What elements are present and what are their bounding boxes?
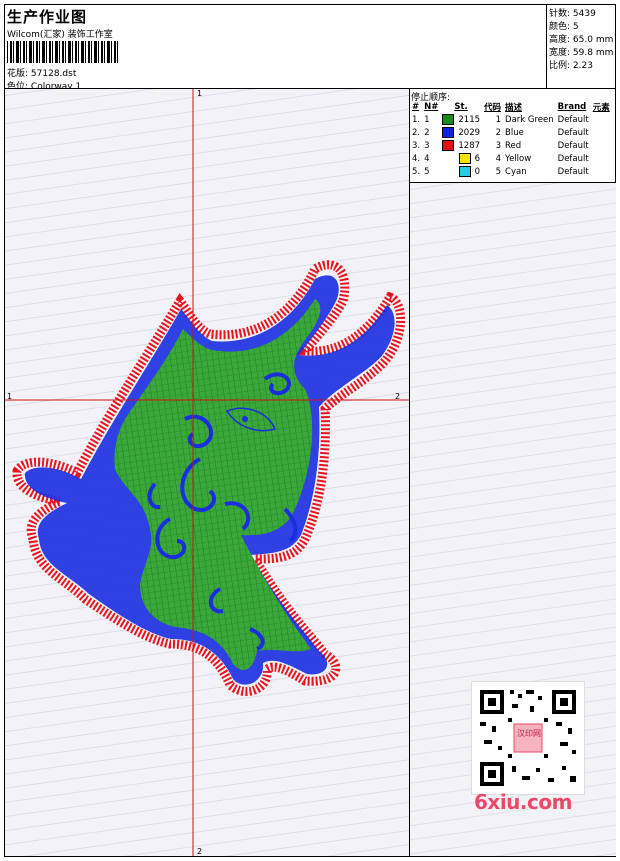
row-element	[591, 152, 612, 165]
header: 生产作业图 Wilcom(汇家) 装饰工作室 花版: 57128.dst 色位:…	[5, 5, 545, 92]
row-stitches: 2115	[440, 113, 482, 126]
row-description: Dark Green	[505, 114, 554, 125]
row-number: 5	[424, 166, 430, 177]
row-description: Yellow	[505, 153, 532, 164]
col-index: #	[412, 102, 420, 112]
col-element: 元素	[592, 103, 610, 113]
design-file-row: 花版: 57128.dst	[7, 66, 76, 79]
row-description: Cyan	[505, 166, 527, 177]
width-stat: 宽度: 59.8 mm	[549, 48, 614, 58]
color-swatch	[458, 166, 471, 177]
col-brand: Brand	[557, 102, 587, 112]
row-element	[591, 165, 612, 178]
scale-stat: 比例: 2.23	[549, 61, 593, 71]
row-stitches: 2029	[440, 126, 482, 139]
stitch-count: 2115	[458, 115, 481, 125]
table-header: # N# St. 代码 描述 Brand 元素	[410, 101, 612, 113]
stitch-count: 0	[474, 167, 481, 177]
col-code: 代码	[484, 103, 502, 113]
stats-panel: 针数: 5439 颜色: 5 高度: 65.0 mm 宽度: 59.8 mm 比…	[546, 4, 616, 88]
row-brand: Default	[557, 140, 589, 151]
col-stitches: St.	[454, 102, 468, 112]
eye-dot	[242, 416, 248, 422]
row-number: 2	[424, 127, 430, 138]
table-row: 4. 4 6 4 Yellow Default	[410, 152, 612, 165]
row-description: Red	[505, 140, 522, 151]
studio-name: Wilcom(汇家) 装饰工作室	[7, 30, 113, 40]
color-swatch	[442, 114, 455, 125]
axis-left-label: 1	[7, 392, 13, 401]
table-row: 5. 5 0 5 Cyan Default	[410, 165, 612, 178]
row-index: 3.	[412, 140, 421, 151]
stitch-count: 6	[474, 154, 481, 164]
table-row: 2. 2 2029 2 Blue Default	[410, 126, 612, 139]
design-file-label: 花版:	[7, 69, 29, 79]
table-row: 3. 3 1287 3 Red Default	[410, 139, 612, 152]
row-code: 5	[495, 166, 502, 177]
row-description: Blue	[505, 127, 524, 138]
row-stitches: 0	[440, 165, 482, 178]
qr-logo-text: 汉印网	[517, 729, 541, 738]
row-brand: Default	[557, 127, 589, 138]
height-stat: 高度: 65.0 mm	[549, 35, 614, 45]
row-code: 2	[495, 127, 502, 138]
qr-code: 汉印网	[471, 681, 585, 795]
row-code: 4	[495, 153, 502, 164]
row-code: 1	[495, 114, 502, 125]
color-swatch	[458, 153, 471, 164]
row-number: 4	[424, 153, 430, 164]
row-number: 3	[424, 140, 430, 151]
row-brand: Default	[557, 166, 589, 177]
row-brand: Default	[557, 153, 589, 164]
row-number: 1	[424, 114, 430, 125]
stitches-stat: 针数: 5439	[549, 9, 596, 19]
row-stitches: 6	[440, 152, 482, 165]
barcode	[7, 41, 119, 63]
color-swatch	[442, 140, 455, 151]
table-row: 1. 1 2115 1 Dark Green Default	[410, 113, 612, 126]
row-code: 3	[495, 140, 502, 151]
row-index: 5.	[412, 166, 421, 177]
axis-right-label: 2	[395, 392, 401, 401]
stop-sequence-table: # N# St. 代码 描述 Brand 元素 1. 1 2115 1 Dark Gre…	[410, 101, 612, 178]
col-number: N#	[424, 102, 439, 112]
row-index: 1.	[412, 114, 421, 125]
design-canvas: 1 2 1 2	[5, 89, 409, 856]
embroidery-preview	[5, 89, 409, 856]
colors-stat: 颜色: 5	[549, 22, 579, 32]
qr-code-graphic	[480, 690, 576, 786]
page-title: 生产作业图	[7, 8, 88, 26]
col-description: 描述	[505, 103, 523, 113]
axis-bottom-label: 2	[197, 847, 203, 856]
row-brand: Default	[557, 114, 589, 125]
row-element	[591, 139, 612, 152]
color-swatch	[442, 127, 455, 138]
stitch-count: 1287	[458, 141, 481, 151]
axis-top-label: 1	[197, 89, 203, 98]
watermark: 6xiu.com	[474, 790, 572, 814]
row-stitches: 1287	[440, 139, 482, 152]
row-index: 2.	[412, 127, 421, 138]
row-element	[591, 126, 612, 139]
row-element	[591, 113, 612, 126]
stitch-count: 2029	[458, 128, 481, 138]
row-index: 4.	[412, 153, 421, 164]
design-file-value: 57128.dst	[30, 69, 77, 79]
